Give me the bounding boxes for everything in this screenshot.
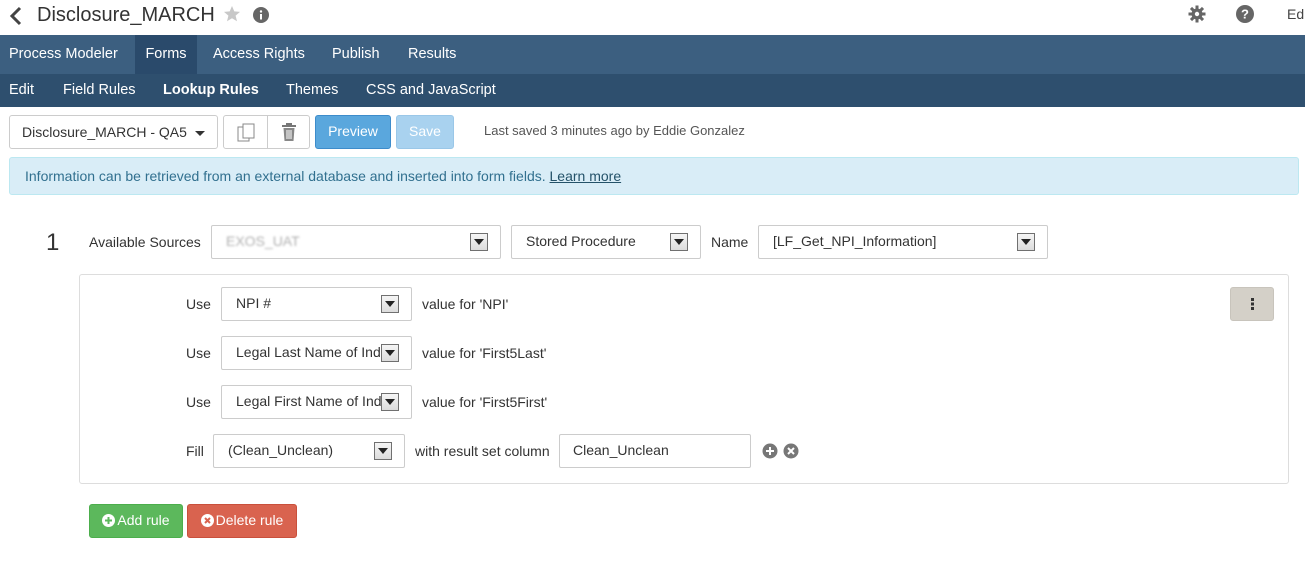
dropdown-arrow-icon xyxy=(1017,233,1035,251)
mapping-field-select[interactable]: NPI # xyxy=(221,287,412,321)
star-icon[interactable] xyxy=(223,5,241,23)
fill-field-select[interactable]: (Clean_Unclean) xyxy=(213,434,405,468)
add-rule-button[interactable]: Add rule xyxy=(89,504,183,538)
gear-icon[interactable] xyxy=(1188,5,1206,23)
delete-rule-button[interactable]: Delete rule xyxy=(187,504,297,538)
nav-forms[interactable]: Forms xyxy=(135,35,197,74)
info-alert: Information can be retrieved from an ext… xyxy=(9,157,1299,195)
fill-label: Fill xyxy=(186,443,204,459)
learn-more-link[interactable]: Learn more xyxy=(550,168,622,184)
toolbar-button-group xyxy=(223,115,310,149)
remove-circle-icon[interactable] xyxy=(783,443,799,459)
dropdown-arrow-icon xyxy=(670,233,688,251)
page-title: Disclosure_MARCH xyxy=(37,4,215,26)
chevron-left-icon[interactable] xyxy=(8,6,24,26)
more-vertical-icon xyxy=(1251,298,1254,310)
title-bar: Disclosure_MARCH ? Ed xyxy=(0,0,1305,35)
add-circle-icon[interactable] xyxy=(762,443,778,459)
delete-rule-label: Delete rule xyxy=(215,512,284,528)
user-name[interactable]: Ed xyxy=(1287,6,1304,22)
remove-circle-icon xyxy=(200,514,214,527)
tab-lookup-rules[interactable]: Lookup Rules xyxy=(163,74,259,107)
trash-icon[interactable] xyxy=(280,122,298,142)
source-value: EXOS_UAT xyxy=(226,233,300,249)
secondary-nav: Edit Field Rules Lookup Rules Themes CSS… xyxy=(0,74,1305,107)
result-column-input[interactable]: Clean_Unclean xyxy=(559,434,751,468)
caret-down-icon xyxy=(195,131,205,136)
plus-circle-icon xyxy=(102,514,116,527)
toolbar-divider xyxy=(267,116,268,148)
use-label: Use xyxy=(186,345,211,361)
mapping-parameter-label: value for 'First5Last' xyxy=(422,345,547,361)
use-label: Use xyxy=(186,394,211,410)
dropdown-arrow-icon xyxy=(374,442,392,460)
rule-number: 1 xyxy=(46,229,60,256)
tab-css-javascript[interactable]: CSS and JavaScript xyxy=(366,74,496,107)
mapping-field-select[interactable]: Legal First Name of Ind xyxy=(221,385,412,419)
alert-text-wrapper: Information can be retrieved from an ext… xyxy=(25,168,621,184)
form-select-label: Disclosure_MARCH - QA5 xyxy=(22,124,187,140)
result-column-value: Clean_Unclean xyxy=(573,442,669,458)
tab-edit[interactable]: Edit xyxy=(9,74,34,107)
save-button[interactable]: Save xyxy=(396,115,454,149)
mapping-field-value: Legal First Name of Ind xyxy=(236,393,382,409)
tab-themes[interactable]: Themes xyxy=(286,74,338,107)
rule-options-button[interactable] xyxy=(1230,287,1274,321)
use-label: Use xyxy=(186,296,211,312)
help-icon[interactable]: ? xyxy=(1236,5,1254,23)
nav-publish[interactable]: Publish xyxy=(323,35,389,74)
fill-field-value: (Clean_Unclean) xyxy=(228,442,334,458)
source-type-value: Stored Procedure xyxy=(526,233,636,249)
dropdown-arrow-icon xyxy=(470,233,488,251)
available-sources-label: Available Sources xyxy=(89,234,201,250)
copy-icon[interactable] xyxy=(237,123,255,142)
source-type-select[interactable]: Stored Procedure xyxy=(511,225,701,259)
add-rule-label: Add rule xyxy=(117,512,170,528)
alert-text: Information can be retrieved from an ext… xyxy=(25,168,546,184)
last-saved-status: Last saved 3 minutes ago by Eddie Gonzal… xyxy=(484,123,745,138)
result-column-label: with result set column xyxy=(415,443,550,459)
mapping-field-select[interactable]: Legal Last Name of Ind xyxy=(221,336,412,370)
nav-process-modeler[interactable]: Process Modeler xyxy=(0,35,127,74)
primary-nav: Process Modeler Forms Access Rights Publ… xyxy=(0,35,1305,74)
dropdown-arrow-icon xyxy=(381,393,399,411)
mapping-field-value: Legal Last Name of Ind xyxy=(236,344,381,360)
tab-field-rules[interactable]: Field Rules xyxy=(63,74,136,107)
nav-results[interactable]: Results xyxy=(399,35,465,74)
preview-button[interactable]: Preview xyxy=(315,115,391,149)
name-label: Name xyxy=(711,234,749,250)
mapping-field-value: NPI # xyxy=(236,295,272,311)
form-select-dropdown[interactable]: Disclosure_MARCH - QA5 xyxy=(9,115,218,149)
info-icon[interactable] xyxy=(253,7,269,23)
source-select[interactable]: EXOS_UAT xyxy=(211,225,501,259)
dropdown-arrow-icon xyxy=(381,344,399,362)
procedure-name-select[interactable]: [LF_Get_NPI_Information] xyxy=(758,225,1048,259)
mapping-parameter-label: value for 'First5First' xyxy=(422,394,548,410)
dropdown-arrow-icon xyxy=(381,295,399,313)
nav-access-rights[interactable]: Access Rights xyxy=(204,35,314,74)
svg-text:?: ? xyxy=(1241,7,1249,22)
mapping-parameter-label: value for 'NPI' xyxy=(422,296,509,312)
procedure-name-value: [LF_Get_NPI_Information] xyxy=(773,233,937,249)
